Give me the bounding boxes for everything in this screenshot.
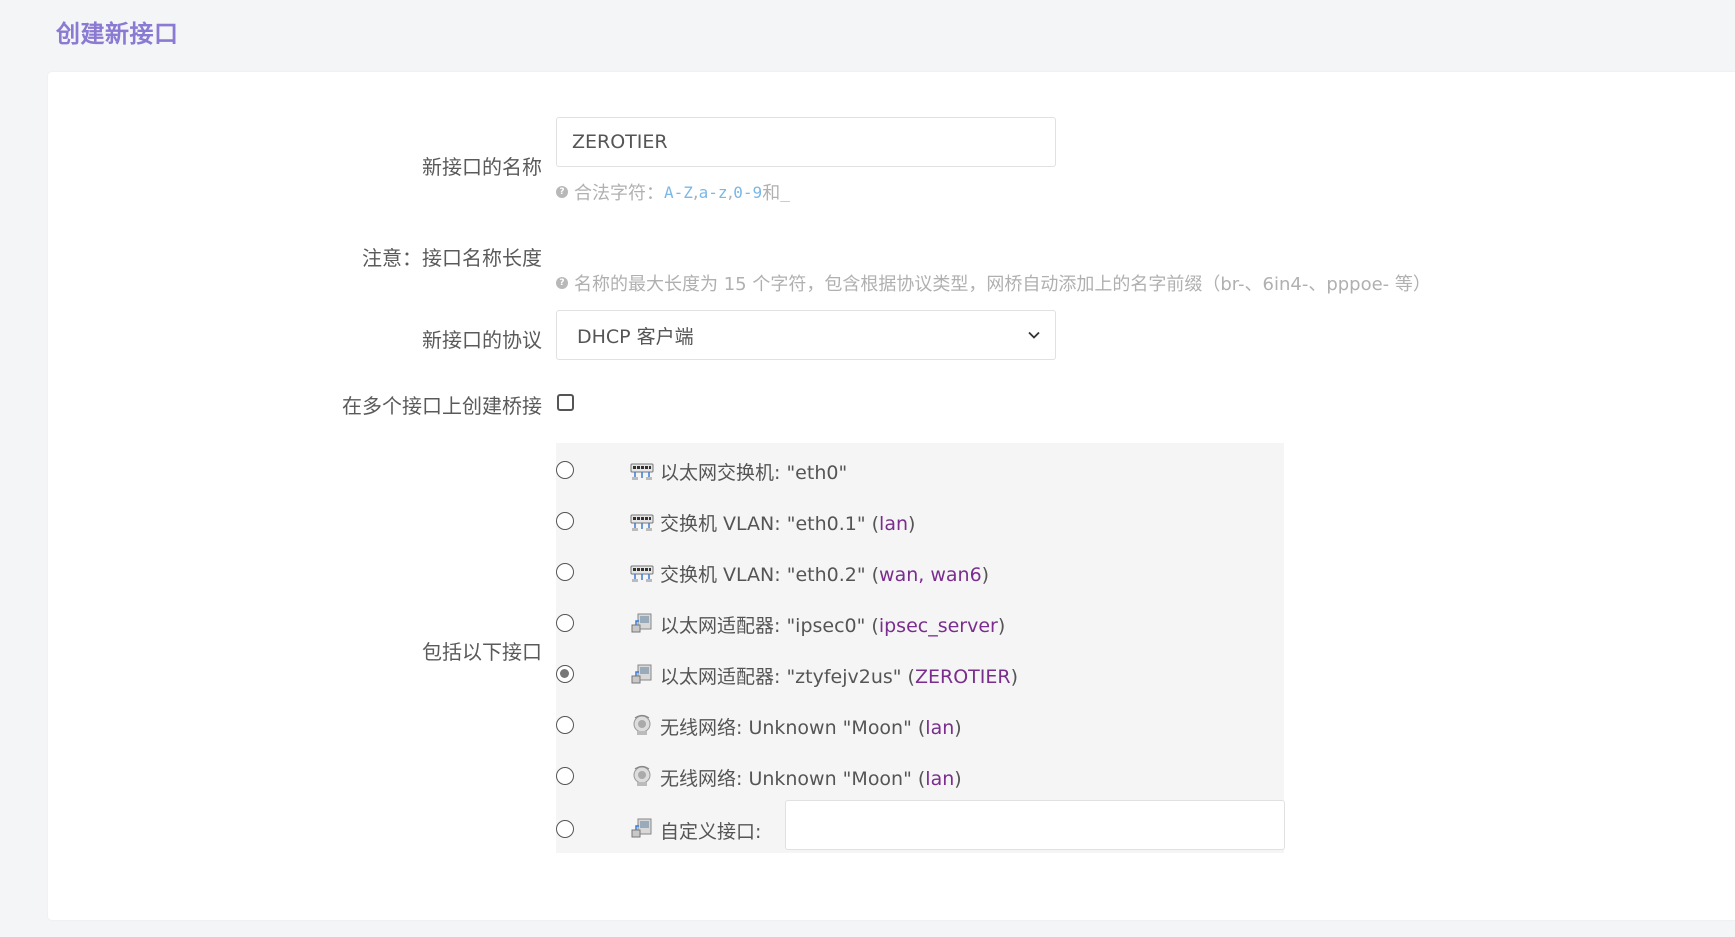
network-link[interactable]: wan, wan6 (879, 564, 982, 586)
interface-name-input[interactable] (556, 117, 1056, 167)
interface-label: 交换机 VLAN: "eth0.1" (lan) (660, 509, 915, 536)
wifi-icon (633, 765, 651, 786)
interface-label: 交换机 VLAN: "eth0.2" (wan, wan6) (660, 560, 989, 587)
custom-interface-input[interactable] (785, 800, 1285, 850)
interface-text-suffix: ) (954, 768, 962, 790)
custom-interface-label: 自定义接口: (660, 821, 762, 843)
bridge-label: 在多个接口上创建桥接 (342, 394, 542, 418)
switch-icon (630, 514, 654, 531)
hint-and: 和 (762, 183, 781, 204)
interface-text-suffix: ) (908, 513, 916, 535)
protocol-selected-value: DHCP 客户端 (577, 325, 694, 348)
network-link[interactable]: lan (879, 513, 908, 535)
interface-radio[interactable] (556, 716, 574, 734)
interface-text-suffix: ) (1010, 666, 1018, 688)
note-hint-text: 名称的最大长度为 15 个字符，包含根据协议类型，网桥自动添加上的名字前缀（br… (574, 274, 1431, 295)
switch-icon (630, 565, 654, 582)
ethernet-icon (631, 818, 652, 838)
interface-text: 交换机 VLAN: "eth0.1" ( (660, 513, 880, 535)
interface-label: 以太网交换机: "eth0" (660, 458, 847, 485)
interface-text-suffix: ) (981, 564, 990, 586)
wifi-icon (633, 714, 651, 735)
network-link[interactable]: ZEROTIER (915, 666, 1011, 688)
interface-label: 无线网络: Unknown "Moon" (lan) (660, 764, 962, 791)
interface-text: 以太网适配器: "ztyfejv2us" ( (660, 666, 915, 688)
hint-underscore: _ (780, 182, 790, 202)
bridge-checkbox[interactable] (557, 394, 574, 411)
name-hint: ? 合法字符： A-Z , a-z , 0-9 和 _ (556, 179, 790, 205)
name-label: 新接口的名称 (422, 155, 542, 179)
hint-digits: 0-9 (733, 182, 763, 202)
note-hint: ? 名称的最大长度为 15 个字符，包含根据协议类型，网桥自动添加上的名字前缀（… (556, 270, 1431, 296)
interface-text: 以太网适配器: "ipsec0" ( (660, 615, 879, 637)
hint-upper: A-Z (664, 182, 693, 202)
interface-label: 以太网适配器: "ipsec0" (ipsec_server) (660, 611, 1005, 638)
interface-radio[interactable] (556, 614, 574, 632)
page-title: 创建新接口 (56, 20, 179, 48)
hint-prefix: 合法字符： (574, 183, 664, 204)
interface-label: 无线网络: Unknown "Moon" (lan) (660, 713, 962, 740)
help-icon: ? (556, 277, 568, 289)
protocol-select[interactable]: DHCP 客户端 (556, 310, 1056, 360)
interface-radio[interactable] (556, 512, 574, 530)
interface-radio[interactable] (556, 563, 574, 581)
interface-radio[interactable] (556, 767, 574, 785)
include-interfaces-label: 包括以下接口 (422, 640, 542, 664)
ethernet-icon (631, 664, 652, 684)
protocol-label: 新接口的协议 (422, 328, 542, 352)
chevron-down-icon (1028, 331, 1040, 339)
custom-interface-radio[interactable] (556, 820, 574, 838)
interface-text-suffix: ) (954, 717, 962, 739)
network-link[interactable]: lan (925, 717, 954, 739)
interface-radio[interactable] (556, 461, 574, 479)
interface-text: 交换机 VLAN: "eth0.2" ( (660, 564, 880, 586)
note-label: 注意：接口名称长度 (362, 246, 542, 270)
network-link[interactable]: ipsec_server (879, 615, 998, 637)
interface-list (556, 443, 1284, 853)
help-icon: ? (556, 186, 568, 198)
network-link[interactable]: lan (925, 768, 954, 790)
interface-text: 无线网络: Unknown "Moon" ( (660, 768, 926, 790)
ethernet-icon (631, 613, 652, 633)
interface-text: 以太网交换机: "eth0" (660, 462, 848, 484)
hint-lower: a-z (698, 182, 728, 202)
switch-icon (630, 463, 654, 480)
interface-label: 以太网适配器: "ztyfejv2us" (ZEROTIER) (660, 662, 1018, 689)
interface-radio[interactable] (556, 665, 574, 683)
interface-text-suffix: ) (997, 615, 1006, 637)
interface-text: 无线网络: Unknown "Moon" ( (660, 717, 926, 739)
